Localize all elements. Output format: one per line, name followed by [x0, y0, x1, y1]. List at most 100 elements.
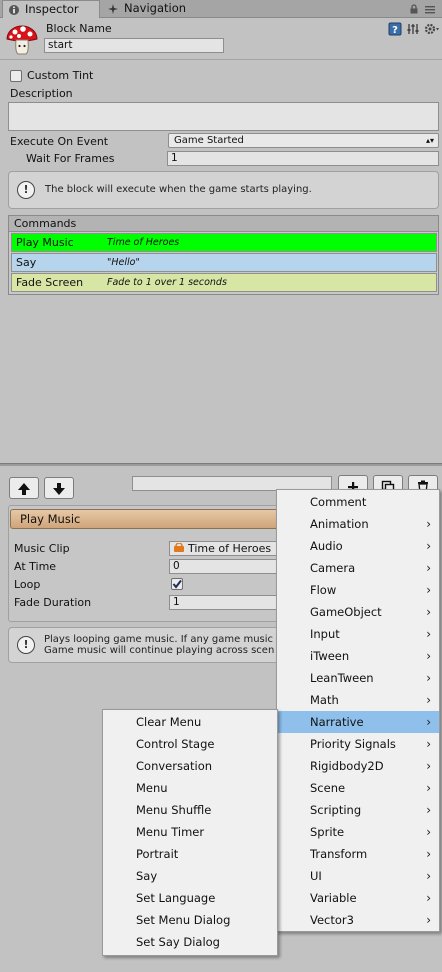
submenu-item-set-menu-dialog[interactable]: Set Menu Dialog: [103, 909, 277, 931]
move-up-button[interactable]: [9, 477, 39, 499]
execute-on-event-dropdown[interactable]: Game Started ▴▾: [168, 133, 439, 148]
menu-item-math[interactable]: Math ›: [277, 689, 439, 711]
header-separator: [0, 59, 442, 60]
chevron-right-icon: ›: [426, 825, 431, 839]
chevron-right-icon: ›: [426, 517, 431, 531]
tab-inspector[interactable]: Inspector: [2, 0, 100, 18]
fade-duration-input[interactable]: 1: [169, 595, 289, 610]
chevron-right-icon: ›: [426, 539, 431, 553]
command-help-line-2: Game music will continue playing across …: [44, 645, 275, 656]
chevron-right-icon: ›: [426, 583, 431, 597]
tab-menu-icon[interactable]: [424, 4, 436, 14]
menu-item-ui[interactable]: UI ›: [277, 865, 439, 887]
tab-navigation[interactable]: Navigation: [102, 0, 212, 18]
move-down-button[interactable]: [44, 477, 74, 499]
submenu-item-menu-timer[interactable]: Menu Timer: [103, 821, 277, 843]
menu-item-itween[interactable]: iTween ›: [277, 645, 439, 667]
menu-item-label: iTween: [310, 649, 350, 663]
custom-tint-checkbox[interactable]: [10, 70, 22, 82]
menu-item-label: Clear Menu: [136, 715, 202, 729]
menu-item-input[interactable]: Input ›: [277, 623, 439, 645]
commands-header: Commands: [9, 216, 438, 232]
chevron-right-icon: ›: [426, 649, 431, 663]
menu-item-scripting[interactable]: Scripting ›: [277, 799, 439, 821]
arrow-down-icon: [53, 483, 65, 495]
tab-label: Inspector: [25, 2, 79, 16]
menu-item-label: Variable: [310, 891, 357, 905]
chevron-right-icon: ›: [426, 693, 431, 707]
info-icon: [9, 5, 19, 15]
menu-item-label: Set Menu Dialog: [136, 913, 231, 927]
submenu-item-conversation[interactable]: Conversation: [103, 755, 277, 777]
menu-item-sprite[interactable]: Sprite ›: [277, 821, 439, 843]
description-textarea[interactable]: [8, 102, 439, 131]
menu-item-label: Input: [310, 627, 340, 641]
sliders-icon[interactable]: [406, 22, 420, 36]
wait-for-frames-label: Wait For Frames: [26, 152, 115, 165]
menu-item-leantween[interactable]: LeanTween ›: [277, 667, 439, 689]
music-clip-field[interactable]: Time of Heroes: [169, 541, 289, 556]
gear-icon[interactable]: [424, 22, 440, 36]
narrative-submenu: Clear Menu Control Stage Conversation Me…: [102, 709, 278, 956]
submenu-item-portrait[interactable]: Portrait: [103, 843, 277, 865]
submenu-item-menu[interactable]: Menu: [103, 777, 277, 799]
chevron-right-icon: ›: [426, 869, 431, 883]
execute-on-event-label: Execute On Event: [10, 135, 109, 148]
menu-item-label: UI: [310, 869, 322, 883]
command-row[interactable]: Play Music Time of Heroes: [11, 233, 437, 252]
menu-item-label: Menu: [136, 781, 168, 795]
command-help-line-1: Plays looping game music. If any game mu…: [44, 634, 274, 645]
menu-item-gameobject[interactable]: GameObject ›: [277, 601, 439, 623]
menu-item-label: Set Language: [136, 891, 216, 905]
help-book-icon[interactable]: ?: [388, 22, 402, 36]
menu-item-label: Priority Signals: [310, 737, 396, 751]
svg-text:?: ?: [392, 25, 398, 36]
compass-icon: [108, 4, 118, 14]
menu-item-label: Portrait: [136, 847, 179, 861]
menu-item-label: Comment: [310, 495, 367, 509]
command-row[interactable]: Fade Screen Fade to 1 over 1 seconds: [11, 273, 437, 292]
lock-icon[interactable]: [409, 4, 419, 14]
submenu-item-say[interactable]: Say: [103, 865, 277, 887]
menu-item-audio[interactable]: Audio ›: [277, 535, 439, 557]
command-summary: Fade to 1 over 1 seconds: [107, 277, 227, 288]
menu-item-rigidbody2d[interactable]: Rigidbody2D ›: [277, 755, 439, 777]
menu-item-flow[interactable]: Flow ›: [277, 579, 439, 601]
execute-on-event-value: Game Started: [174, 135, 244, 146]
menu-item-label: Sprite: [310, 825, 345, 839]
menu-item-label: Math: [310, 693, 339, 707]
menu-item-label: Set Say Dialog: [136, 935, 220, 949]
wait-for-frames-input[interactable]: 1: [167, 151, 439, 166]
block-name-input[interactable]: start: [44, 38, 224, 53]
menu-item-camera[interactable]: Camera ›: [277, 557, 439, 579]
selected-command-title: Play Music: [10, 509, 290, 529]
submenu-item-control-stage[interactable]: Control Stage: [103, 733, 277, 755]
help-exclamation-icon: !: [17, 636, 35, 654]
loop-label: Loop: [14, 578, 41, 591]
command-summary: Time of Heroes: [107, 237, 180, 248]
submenu-item-set-language[interactable]: Set Language: [103, 887, 277, 909]
menu-item-label: Conversation: [136, 759, 213, 773]
command-row[interactable]: Say "Hello": [11, 253, 437, 272]
submenu-item-set-say-dialog[interactable]: Set Say Dialog: [103, 931, 277, 953]
menu-item-variable[interactable]: Variable ›: [277, 887, 439, 909]
menu-item-label: Vector3: [310, 913, 354, 927]
music-clip-label: Music Clip: [14, 542, 70, 555]
at-time-input[interactable]: 0: [169, 559, 289, 574]
menu-item-narrative[interactable]: Narrative ›: [277, 711, 439, 733]
menu-item-priority-signals[interactable]: Priority Signals ›: [277, 733, 439, 755]
loop-checkbox[interactable]: [171, 578, 183, 590]
menu-item-scene[interactable]: Scene ›: [277, 777, 439, 799]
menu-item-label: Say: [136, 869, 158, 883]
menu-item-vector3[interactable]: Vector3 ›: [277, 909, 439, 931]
block-name-label: Block Name: [46, 22, 112, 35]
submenu-item-menu-shuffle[interactable]: Menu Shuffle: [103, 799, 277, 821]
audio-clip-icon: [174, 543, 184, 552]
menu-item-animation[interactable]: Animation ›: [277, 513, 439, 535]
fade-duration-label: Fade Duration: [14, 596, 92, 609]
menu-item-label: Menu Timer: [136, 825, 205, 839]
submenu-item-clear-menu[interactable]: Clear Menu: [103, 711, 277, 733]
menu-item-transform[interactable]: Transform ›: [277, 843, 439, 865]
dropdown-arrows-icon: ▴▾: [425, 136, 434, 145]
menu-item-comment[interactable]: Comment: [277, 491, 439, 513]
